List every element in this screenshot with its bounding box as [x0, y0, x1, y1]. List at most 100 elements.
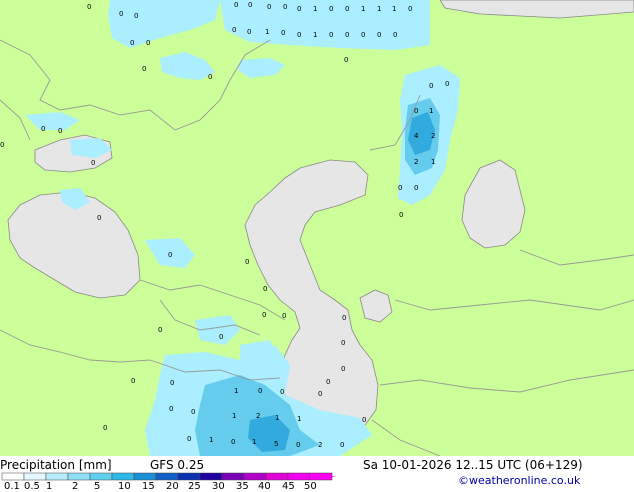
legend-tick: 1: [46, 481, 53, 492]
legend-swatch: [67, 472, 91, 481]
value-label: 0: [87, 3, 91, 11]
value-label: 0: [377, 31, 381, 39]
legend-swatch: [133, 472, 157, 481]
legend-swatch: [23, 472, 47, 481]
value-label: 0: [208, 73, 212, 81]
model-label: GFS 0.25: [150, 458, 205, 472]
value-label: 1: [232, 412, 236, 420]
value-label: 4: [414, 132, 419, 140]
value-label: 0: [130, 39, 134, 47]
value-label: 0: [41, 125, 45, 133]
value-label: 0: [297, 31, 301, 39]
value-label: 0: [142, 65, 146, 73]
credit-link[interactable]: ©weatheronline.co.uk: [458, 474, 580, 487]
legend-swatch: [111, 472, 135, 481]
legend-tick: 35: [236, 481, 249, 492]
value-label: 0: [0, 141, 4, 149]
precipitation-map: 0 0 0 0 0 0 0 0 1 0 0 1 1 1 0 0 0 1 0 0 1 0 0 0 0 0 0 0 0 0 0 0 0 0 1 0 0 4 2 0…: [0, 0, 634, 456]
value-label: 0: [158, 326, 162, 334]
value-label: 0: [345, 31, 349, 39]
value-label: 0: [296, 441, 300, 449]
value-label: 0: [340, 441, 344, 449]
legend-tick: 10: [118, 481, 131, 492]
valid-time: Sa 10-01-2026 12..15 UTC (06+129): [363, 458, 583, 472]
value-label: 0: [342, 314, 346, 322]
value-label: 0: [170, 379, 174, 387]
value-label: 1: [265, 28, 269, 36]
value-label: 2: [431, 132, 435, 140]
value-label: 2: [414, 158, 418, 166]
legend-swatch: [221, 472, 245, 481]
value-label: 0: [408, 5, 412, 13]
value-label: 0: [248, 1, 252, 9]
legend-tick: 0.5: [24, 481, 40, 492]
value-label: 0: [91, 159, 95, 167]
value-label: 1: [297, 415, 301, 423]
legend-tick: 20: [166, 481, 179, 492]
legend-tick: 50: [304, 481, 317, 492]
value-label: 1: [313, 5, 317, 13]
legend-tick: 40: [258, 481, 271, 492]
legend-swatch: [89, 472, 113, 481]
value-label: 1: [429, 107, 433, 115]
legend-swatch: [287, 472, 311, 481]
legend-swatch: [155, 472, 179, 481]
value-label: 0: [103, 424, 107, 432]
value-label: 5: [274, 440, 278, 448]
value-label: 0: [247, 28, 251, 36]
value-label: 0: [187, 435, 191, 443]
legend-swatch: [1, 472, 25, 481]
value-label: 0: [231, 438, 235, 446]
value-label: 0: [146, 39, 150, 47]
value-label: 1: [377, 5, 381, 13]
value-label: 0: [262, 311, 266, 319]
value-label: 0: [429, 82, 433, 90]
value-label: 0: [329, 5, 333, 13]
legend-tick: 0.1: [4, 481, 20, 492]
value-label: 0: [297, 5, 301, 13]
legend-swatch: [177, 472, 201, 481]
value-label: 0: [318, 390, 322, 398]
value-label: 1: [234, 387, 238, 395]
value-label: 0: [414, 184, 418, 192]
legend-swatch: [45, 472, 69, 481]
value-label: 0: [245, 258, 249, 266]
legend-tick: 45: [282, 481, 295, 492]
value-label: 0: [329, 31, 333, 39]
legend-tick: 25: [188, 481, 201, 492]
legend-tick: 2: [72, 481, 79, 492]
value-label: 0: [281, 29, 285, 37]
value-label: 1: [275, 414, 279, 422]
value-label: 0: [191, 408, 195, 416]
value-label: 1: [361, 5, 365, 13]
value-label: 0: [131, 377, 135, 385]
value-label: 0: [399, 211, 403, 219]
value-label: 0: [234, 1, 238, 9]
value-label: 1: [209, 436, 213, 444]
value-label: 0: [263, 285, 267, 293]
legend-swatch: [199, 472, 223, 481]
value-label: 0: [326, 378, 330, 386]
value-label: 0: [97, 214, 101, 222]
value-label: 0: [258, 387, 262, 395]
legend-tick: 5: [94, 481, 101, 492]
value-label: 0: [232, 26, 236, 34]
value-label: 0: [119, 10, 123, 18]
value-label: 0: [361, 31, 365, 39]
legend-swatch: [265, 472, 289, 481]
value-label: 0: [345, 5, 349, 13]
value-label: 0: [169, 405, 173, 413]
value-label: 0: [168, 251, 172, 259]
value-label: 0: [344, 56, 348, 64]
value-label: 0: [393, 31, 397, 39]
value-label: 0: [445, 80, 449, 88]
value-label: 0: [341, 365, 345, 373]
value-label: 0: [267, 3, 271, 11]
legend-tick: 30: [212, 481, 225, 492]
value-label: 0: [282, 312, 286, 320]
value-label: 2: [318, 441, 322, 449]
value-label: 0: [283, 3, 287, 11]
value-label: 0: [280, 388, 284, 396]
value-label: 0: [134, 12, 138, 20]
value-label: 1: [313, 31, 317, 39]
